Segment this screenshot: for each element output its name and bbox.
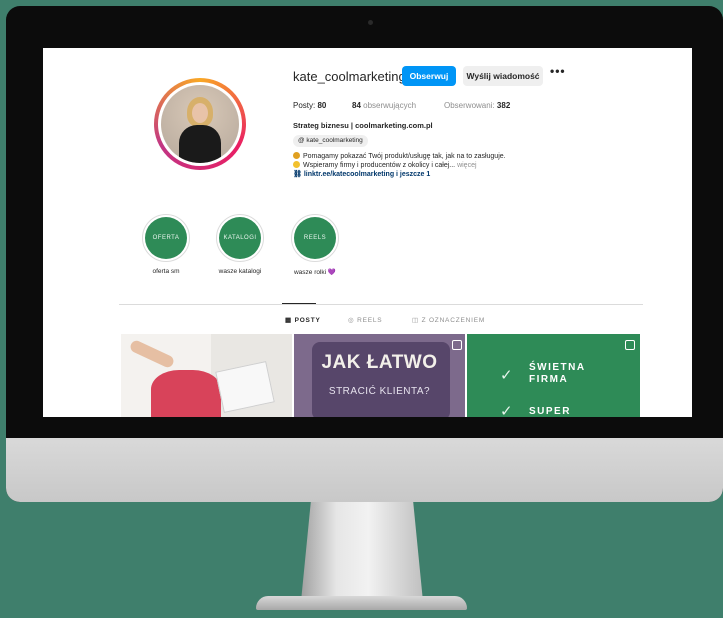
tagged-icon: ◫ [412,317,419,324]
reel-icon [452,340,462,350]
active-tab-indicator [282,303,316,304]
posts-stat: Posty: 80 [293,101,327,110]
threads-badge[interactable]: @ kate_coolmarketing [293,135,368,147]
followers-stat[interactable]: 84 obserwujących [352,101,416,110]
highlight-cover: KATALOGI [219,217,261,259]
monitor-chin [6,438,723,502]
post-tile-3[interactable]: ✓ ŚWIETNA FIRMA ✓ SUPER [467,334,640,417]
post-title: JAK ŁATWO [321,352,438,373]
post-tile-2[interactable]: JAK ŁATWO STRACIĆ KLIENTA? [294,334,465,417]
tab-reels[interactable]: ◎ REELS [348,316,382,324]
highlight-katalogi[interactable]: KATALOGI wasze katalogi [210,214,270,275]
post-tile-1[interactable] [121,334,292,417]
heart-emoji-icon [293,152,300,159]
post-text-line: ŚWIETNA FIRMA [529,362,586,385]
bio-name: Strateg biznesu | coolmarketing.com.pl [293,121,433,130]
more-options-icon[interactable]: ••• [550,64,566,78]
threads-icon: @ [298,137,305,144]
post-text-line: SUPER [529,406,571,417]
reels-icon: ◎ [348,317,355,324]
highlight-cover: REELS [294,217,336,259]
check-icon: ✓ [500,403,513,417]
following-stat[interactable]: Obserwowani: 382 [444,101,510,110]
highlight-reels[interactable]: REELS wasze rolki 💜 [285,214,345,276]
smile-emoji-icon [293,161,300,168]
highlight-label: wasze rolki 💜 [293,269,337,276]
more-link[interactable]: więcej [457,162,476,169]
avatar[interactable] [158,82,242,166]
camera-icon [368,20,373,25]
tab-tagged[interactable]: ◫ Z OZNACZENIEM [412,316,485,324]
profile-photo [161,85,239,163]
monitor-stand-base [256,596,467,610]
threads-handle: kate_coolmarketing [306,137,363,144]
monitor-stand [300,502,424,606]
grid-icon: ▦ [285,317,292,324]
highlight-label: oferta sm [152,268,180,275]
post-subtitle: STRACIĆ KLIENTA? [328,386,431,397]
follow-button[interactable]: Obserwuj [402,66,456,86]
bio-link[interactable]: linktr.ee/katecoolmarketing i jeszcze 1 [304,171,430,178]
link-icon: ⛓ [293,171,302,178]
carousel-icon [625,340,635,350]
highlight-label: wasze katalogi [218,268,262,275]
bio-line-2: Wspieramy firmy i producentów z okolicy … [293,161,477,169]
check-icon: ✓ [500,367,513,384]
tabs-divider [119,304,643,305]
story-ring[interactable] [154,78,246,170]
bio-link-row[interactable]: ⛓ linktr.ee/katecoolmarketing i jeszcze … [293,170,430,178]
highlight-oferta[interactable]: OFERTA oferta sm [136,214,196,275]
tab-posts[interactable]: ▦ POSTY [285,316,321,324]
bio-line-1: Pomagamy pokazać Twój produkt/usługę tak… [293,152,506,160]
monitor-frame: kate_coolmarketing Obserwuj Wyślij wiado… [6,6,723,502]
profile-username: kate_coolmarketing [293,69,406,84]
send-message-button[interactable]: Wyślij wiadomość [463,66,543,86]
highlight-cover: OFERTA [145,217,187,259]
instagram-profile-screen: kate_coolmarketing Obserwuj Wyślij wiado… [43,48,692,417]
